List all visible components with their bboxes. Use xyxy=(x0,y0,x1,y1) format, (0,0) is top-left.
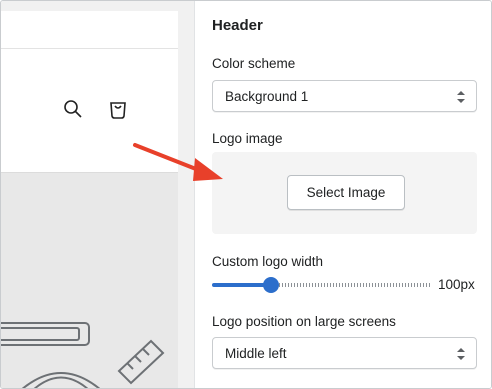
logo-width-label: Custom logo width xyxy=(212,254,324,269)
panel-title: Header xyxy=(212,17,263,34)
cart-icon[interactable] xyxy=(106,97,130,121)
logo-position-value: Middle left xyxy=(225,346,287,361)
logo-position-select[interactable]: Middle left xyxy=(212,337,477,369)
select-chevron-icon xyxy=(457,91,465,103)
search-icon[interactable] xyxy=(61,97,85,121)
preview-page xyxy=(1,1,178,388)
logo-width-slider[interactable] xyxy=(212,277,430,293)
color-scheme-select[interactable]: Background 1 xyxy=(212,80,477,112)
settings-panel: Header Color scheme Background 1 Logo im… xyxy=(194,1,491,388)
logo-width-value: 100px xyxy=(438,277,475,292)
store-preview xyxy=(1,1,194,388)
preview-gutter xyxy=(178,1,194,388)
select-chevron-icon xyxy=(457,348,465,360)
annotation-arrow-icon xyxy=(133,143,223,181)
hero-illustration xyxy=(1,322,165,388)
slider-thumb[interactable] xyxy=(263,277,279,293)
color-scheme-label: Color scheme xyxy=(212,56,296,71)
logo-image-picker: Select Image xyxy=(212,152,477,234)
select-image-button[interactable]: Select Image xyxy=(287,175,405,210)
theme-editor-window: Header Color scheme Background 1 Logo im… xyxy=(0,0,492,389)
color-scheme-value: Background 1 xyxy=(225,89,309,104)
logo-position-label: Logo position on large screens xyxy=(212,314,396,329)
slider-track xyxy=(279,283,430,287)
announcement-bar xyxy=(1,11,178,49)
